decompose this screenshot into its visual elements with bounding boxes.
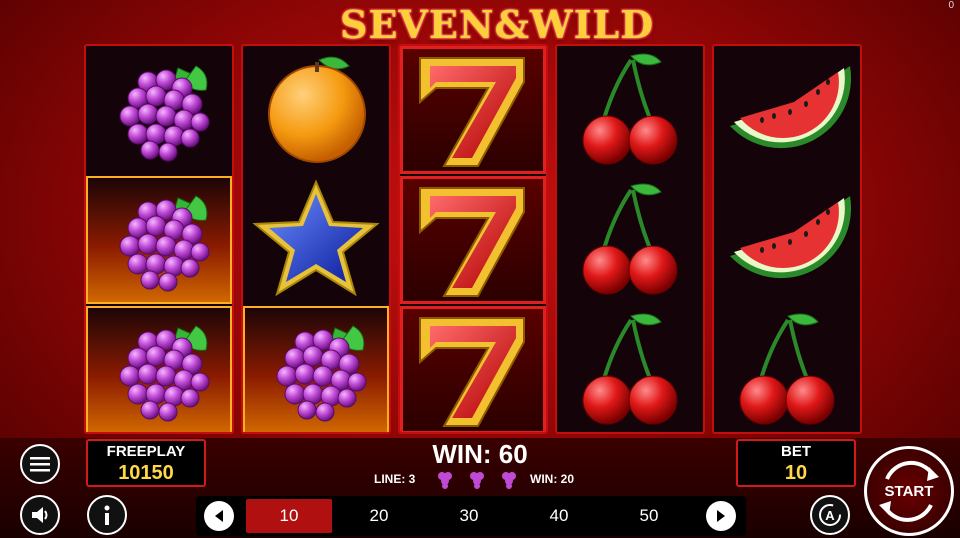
watermelon-icon <box>730 196 852 279</box>
seven-symbol <box>400 306 546 432</box>
cherries-icon <box>738 312 836 426</box>
watermelon-symbol <box>714 46 860 174</box>
grapes-symbol-winning <box>86 176 232 304</box>
arrow-left-icon <box>215 510 223 522</box>
watermelon-icon <box>730 66 852 149</box>
star-icon <box>254 181 378 295</box>
balance-panel: FREEPLAY 10150 <box>86 439 206 487</box>
menu-button[interactable] <box>20 444 60 484</box>
bet-option-40[interactable]: 40 <box>516 499 602 533</box>
seven-symbol <box>400 176 546 304</box>
bet-option-50[interactable]: 50 <box>606 499 692 533</box>
bet-next-button[interactable] <box>706 501 736 531</box>
reel-3 <box>398 44 548 434</box>
grapes-icon <box>438 472 452 489</box>
bet-label: BET <box>781 443 811 460</box>
bet-selector: 10 20 30 40 50 <box>196 496 746 536</box>
grapes-symbol-winning <box>243 306 389 432</box>
game-logo-text: SEVEN&WILD <box>340 2 655 47</box>
reel-1 <box>84 44 234 434</box>
info-icon <box>104 505 110 525</box>
cherries-symbol <box>557 46 703 174</box>
sound-button[interactable] <box>20 495 60 535</box>
bet-prev-button[interactable] <box>204 501 234 531</box>
grapes-symbol <box>86 46 232 174</box>
bet-panel: BET 10 <box>736 439 856 487</box>
line-win-info: LINE: 3 WIN: 20 <box>360 470 600 490</box>
info-button[interactable] <box>87 495 127 535</box>
bet-option-20[interactable]: 20 <box>336 499 422 533</box>
star-symbol <box>243 176 389 304</box>
cherries-symbol <box>557 306 703 432</box>
svg-text:A: A <box>825 508 835 523</box>
orange-icon <box>268 56 366 163</box>
hamburger-icon <box>30 457 50 472</box>
balance-value: 10150 <box>118 462 174 484</box>
cherries-icon <box>581 52 679 166</box>
autoplay-button[interactable]: A <box>810 495 850 535</box>
balance-label: FREEPLAY <box>106 443 186 460</box>
cherries-icon <box>581 182 679 296</box>
line-win-amount: WIN: 20 <box>530 472 575 486</box>
bet-option-10[interactable]: 10 <box>246 499 332 533</box>
start-button[interactable]: START <box>864 446 954 536</box>
reel-2 <box>241 44 391 434</box>
line-number: LINE: 3 <box>374 472 416 486</box>
seven-icon <box>419 187 525 297</box>
orange-symbol <box>243 46 389 174</box>
grapes-icon <box>119 195 210 292</box>
grapes-icon <box>502 472 516 489</box>
win-total: WIN: 60 <box>432 439 528 469</box>
start-label: START <box>884 483 934 500</box>
grapes-icon <box>276 325 367 422</box>
arrow-right-icon <box>717 510 725 522</box>
cherries-symbol <box>557 176 703 304</box>
reel-area <box>84 44 862 434</box>
seven-symbol <box>400 46 546 174</box>
cherries-symbol <box>714 306 860 432</box>
bet-value: 10 <box>784 462 808 484</box>
grapes-icon <box>119 325 210 422</box>
seven-icon <box>419 57 525 167</box>
reel-4 <box>555 44 705 434</box>
speaker-icon <box>32 507 48 523</box>
watermelon-symbol <box>714 176 860 304</box>
seven-icon <box>419 317 525 427</box>
grapes-icon <box>119 65 210 162</box>
grapes-symbol-winning <box>86 306 232 432</box>
grapes-icon <box>470 472 484 489</box>
reel-5 <box>712 44 862 434</box>
cherries-icon <box>581 312 679 426</box>
corner-counter: 0 <box>948 0 954 11</box>
autoplay-icon: A <box>819 504 841 526</box>
bet-option-30[interactable]: 30 <box>426 499 512 533</box>
